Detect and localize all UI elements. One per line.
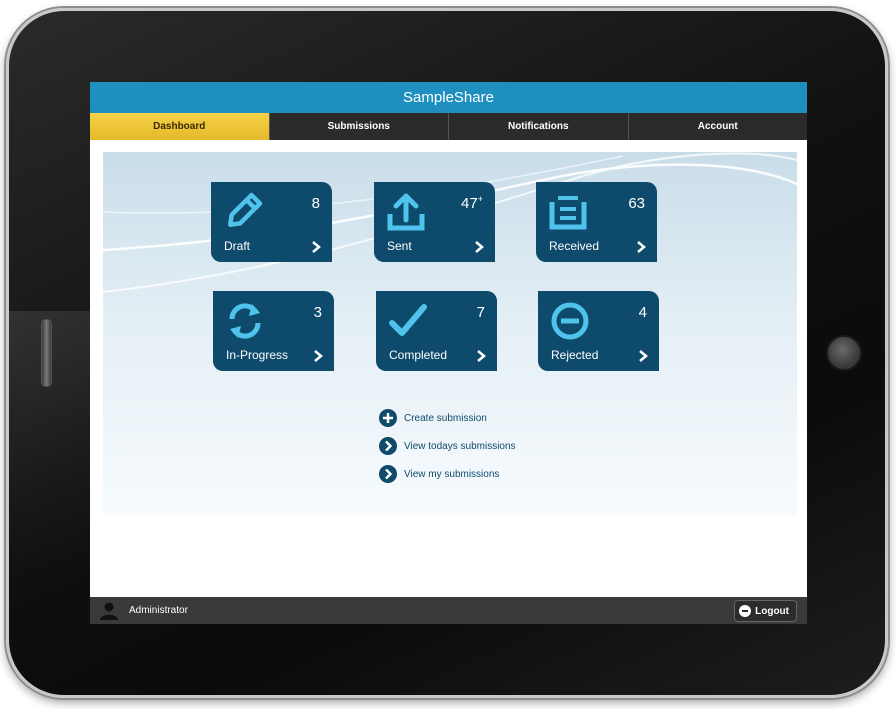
chevron-circle-icon xyxy=(379,465,397,483)
view-my-submissions-link[interactable]: View my submissions xyxy=(379,460,516,488)
chevron-right-icon xyxy=(477,350,486,362)
tile-count: 8 xyxy=(311,195,320,212)
username: Administrator xyxy=(129,605,188,616)
tile-rejected[interactable]: 4 Rejected xyxy=(538,291,659,371)
tile-draft[interactable]: 8 Draft xyxy=(211,182,332,262)
chevron-right-icon xyxy=(637,241,646,253)
tile-sent[interactable]: 47+ Sent xyxy=(374,182,495,262)
tab-notifications[interactable]: Notifications xyxy=(448,113,628,140)
tile-count: 47+ xyxy=(461,194,483,212)
checkmark-icon xyxy=(389,304,427,336)
tile-count: 4 xyxy=(638,304,647,321)
tile-label: Received xyxy=(549,239,600,253)
chevron-right-icon xyxy=(475,241,484,253)
user-icon xyxy=(100,602,118,620)
chevron-right-icon xyxy=(312,241,321,253)
app-screen: SampleShare Dashboard Submissions Notifi… xyxy=(90,82,807,624)
tile-in-progress[interactable]: 3 In-Progress xyxy=(213,291,334,371)
tile-label: Rejected xyxy=(551,348,599,362)
pencil-icon xyxy=(228,192,263,227)
quick-links: Create submission View todays submission… xyxy=(379,404,516,488)
upload-icon xyxy=(387,193,425,231)
tile-completed[interactable]: 7 Completed xyxy=(376,291,497,371)
link-label: Create submission xyxy=(404,412,487,424)
link-label: View my submissions xyxy=(404,468,500,480)
create-submission-link[interactable]: Create submission xyxy=(379,404,516,432)
tile-count: 7 xyxy=(476,304,485,321)
tab-submissions[interactable]: Submissions xyxy=(268,113,449,140)
tile-label: Completed xyxy=(389,348,448,362)
minus-circle-icon xyxy=(739,605,752,617)
tile-received[interactable]: 63 Received xyxy=(536,182,657,262)
tablet-home-button xyxy=(826,335,862,371)
minus-circle-icon xyxy=(551,302,589,340)
plus-circle-icon xyxy=(379,409,397,427)
tile-label: In-Progress xyxy=(226,348,289,362)
view-todays-submissions-link[interactable]: View todays submissions xyxy=(379,432,516,460)
tab-account[interactable]: Account xyxy=(627,113,808,140)
tab-dashboard[interactable]: Dashboard xyxy=(90,113,269,140)
tile-count: 3 xyxy=(313,304,322,321)
chevron-right-icon xyxy=(314,350,323,362)
link-label: View todays submissions xyxy=(404,440,516,452)
tile-label: Sent xyxy=(387,239,412,253)
chevron-circle-icon xyxy=(379,437,397,455)
tile-count: 63 xyxy=(628,195,645,212)
app-title: SampleShare xyxy=(90,82,807,113)
inbox-icon xyxy=(549,196,587,230)
main-nav: Dashboard Submissions Notifications Acco… xyxy=(90,113,807,140)
status-bar: Administrator Logout xyxy=(90,597,807,624)
refresh-icon xyxy=(229,303,261,339)
tablet-side-button xyxy=(41,319,52,387)
logout-button[interactable]: Logout xyxy=(734,600,797,622)
tile-label: Draft xyxy=(224,239,251,253)
logout-label: Logout xyxy=(755,605,789,617)
chevron-right-icon xyxy=(639,350,648,362)
